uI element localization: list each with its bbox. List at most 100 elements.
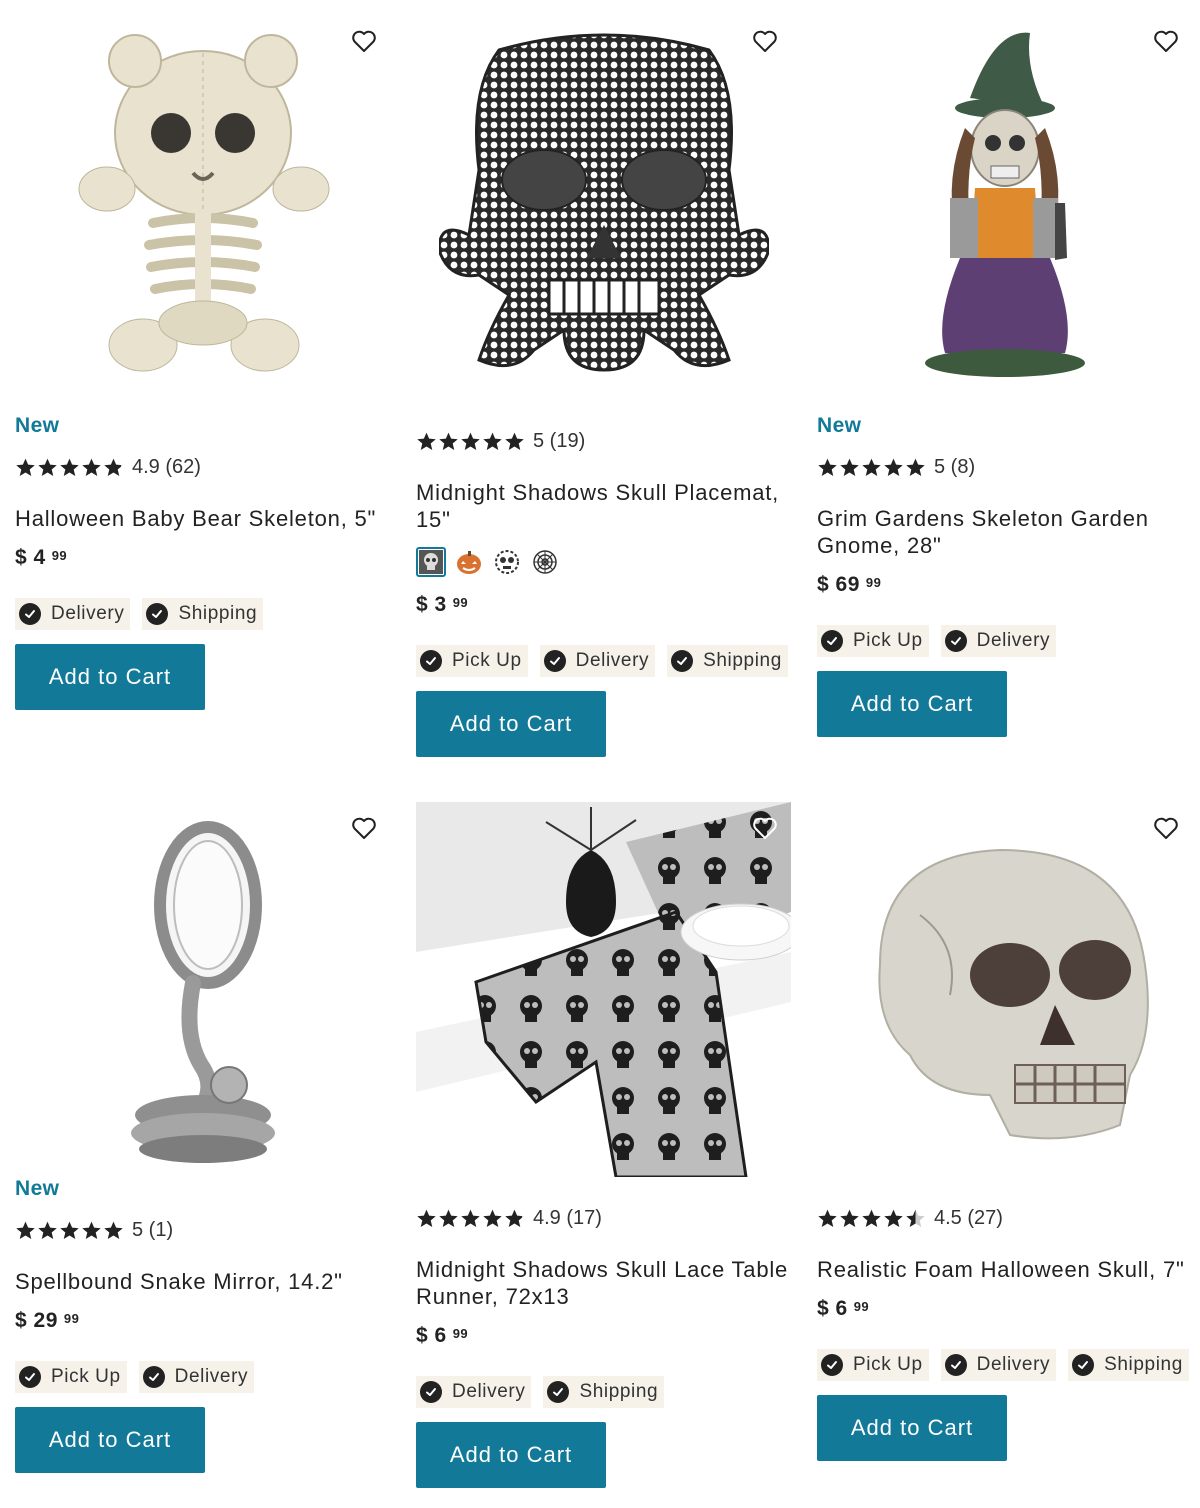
star-icon xyxy=(818,458,837,476)
lace-swatch[interactable] xyxy=(492,547,522,577)
star-icon xyxy=(505,1209,524,1227)
star-icon xyxy=(60,458,79,476)
star-icon xyxy=(505,432,524,450)
fulfillment-options: Delivery Shipping xyxy=(416,1376,791,1408)
product-image[interactable] xyxy=(15,802,390,1177)
star-icon xyxy=(884,458,903,476)
fulfillment-chip: Delivery xyxy=(416,1376,532,1408)
product-price: $ 29 99 xyxy=(15,1309,390,1339)
star-icon xyxy=(60,1221,79,1239)
fulfillment-chip: Pick Up xyxy=(416,645,528,677)
star-icon xyxy=(16,1221,35,1239)
fulfillment-options: Delivery Shipping xyxy=(15,598,390,630)
fulfillment-label: Pick Up xyxy=(853,1354,923,1375)
fulfillment-chip: Shipping xyxy=(543,1376,665,1408)
wishlist-heart-icon[interactable] xyxy=(1150,25,1182,57)
star-icon xyxy=(840,1209,859,1227)
check-icon xyxy=(821,1354,843,1376)
rating-count: 4.9 (62) xyxy=(132,455,201,478)
price-cents: 99 xyxy=(853,1299,870,1314)
add-to-cart-button[interactable]: Add to Cart xyxy=(15,1407,205,1473)
check-icon xyxy=(420,1381,442,1403)
wishlist-heart-icon[interactable] xyxy=(348,25,380,57)
wishlist-heart-icon[interactable] xyxy=(749,812,781,844)
fulfillment-options: Pick Up Delivery xyxy=(817,625,1192,657)
price-dollars: $ 4 xyxy=(15,546,46,569)
star-icon xyxy=(461,1209,480,1227)
star-icon xyxy=(818,1209,837,1227)
fulfillment-label: Delivery xyxy=(575,650,650,671)
product-title[interactable]: Realistic Foam Halloween Skull, 7" xyxy=(817,1256,1192,1283)
add-to-cart-button[interactable]: Add to Cart xyxy=(15,644,205,710)
star-rating xyxy=(817,1208,926,1229)
web-swatch[interactable] xyxy=(530,547,560,577)
product-rating: 4.9 (62) xyxy=(15,453,390,481)
star-rating xyxy=(817,457,926,478)
add-to-cart-button[interactable]: Add to Cart xyxy=(817,1395,1007,1461)
product-title[interactable]: Spellbound Snake Mirror, 14.2" xyxy=(15,1268,390,1295)
fulfillment-chip: Delivery xyxy=(940,1349,1057,1381)
product-title[interactable]: Midnight Shadows Skull Lace Table Runner… xyxy=(416,1256,791,1310)
rating-count: 4.9 (17) xyxy=(533,1206,602,1229)
product-rating: 4.9 (17) xyxy=(416,1204,791,1232)
price-dollars: $ 6 xyxy=(416,1324,447,1347)
fulfillment-chip: Delivery xyxy=(138,1361,255,1393)
fulfillment-options: Pick Up Delivery xyxy=(15,1361,390,1393)
check-icon xyxy=(420,650,442,672)
price-cents: 99 xyxy=(63,1311,80,1326)
star-icon xyxy=(862,1209,881,1227)
star-rating xyxy=(416,1208,525,1229)
price-dollars: $ 6 xyxy=(817,1297,848,1320)
fulfillment-chip: Shipping xyxy=(667,645,788,677)
product-image[interactable] xyxy=(416,802,791,1177)
bear-skeleton-image xyxy=(78,33,329,371)
wishlist-heart-icon[interactable] xyxy=(749,25,781,57)
skeleton-gnome-image xyxy=(924,32,1085,377)
rating-count: 4.5 (27) xyxy=(934,1206,1003,1229)
price-dollars: $ 3 xyxy=(416,593,447,616)
star-rating xyxy=(416,431,525,452)
star-rating xyxy=(15,1220,124,1241)
check-icon xyxy=(146,603,169,625)
star-icon xyxy=(840,458,859,476)
product-title[interactable]: Grim Gardens Skeleton Garden Gnome, 28" xyxy=(817,505,1192,559)
wishlist-heart-icon[interactable] xyxy=(1150,812,1182,844)
add-to-cart-button[interactable]: Add to Cart xyxy=(416,1422,606,1488)
skull-swatch[interactable] xyxy=(416,547,446,577)
product-price: $ 69 99 xyxy=(817,573,1192,603)
star-icon xyxy=(417,1209,436,1227)
fulfillment-chip: Pick Up xyxy=(817,1349,929,1381)
fulfillment-label: Shipping xyxy=(579,1381,659,1402)
pumpkin-swatch[interactable] xyxy=(454,547,484,577)
product-image[interactable] xyxy=(817,802,1192,1177)
fulfillment-label: Pick Up xyxy=(853,630,923,651)
product-title[interactable]: Midnight Shadows Skull Placemat, 15" xyxy=(416,479,791,533)
star-icon xyxy=(82,458,101,476)
fulfillment-label: Delivery xyxy=(51,603,125,624)
product-image[interactable] xyxy=(817,15,1192,390)
lace-skull-placemat-image xyxy=(438,33,769,372)
check-icon xyxy=(821,630,843,652)
star-icon xyxy=(483,432,502,450)
check-icon xyxy=(1072,1354,1095,1376)
fulfillment-chip: Delivery xyxy=(15,598,131,630)
star-icon xyxy=(104,458,123,476)
product-image[interactable] xyxy=(15,15,390,390)
product-rating: 5 (19) xyxy=(416,427,791,455)
rating-count: 5 (1) xyxy=(132,1218,174,1241)
product-title[interactable]: Halloween Baby Bear Skeleton, 5" xyxy=(15,505,390,532)
product-rating: 5 (8) xyxy=(817,453,1192,481)
check-icon xyxy=(671,650,694,672)
product-image[interactable] xyxy=(416,15,791,390)
fulfillment-options: Pick Up Delivery Shipping xyxy=(817,1349,1192,1381)
price-cents: 99 xyxy=(452,1326,469,1341)
table-runner-image xyxy=(416,802,791,1177)
star-icon xyxy=(906,1209,925,1227)
rating-count: 5 (8) xyxy=(934,455,976,478)
add-to-cart-button[interactable]: Add to Cart xyxy=(416,691,606,757)
fulfillment-chip: Shipping xyxy=(1068,1349,1189,1381)
add-to-cart-button[interactable]: Add to Cart xyxy=(817,671,1007,737)
wishlist-heart-icon[interactable] xyxy=(348,812,380,844)
rating-count: 5 (19) xyxy=(533,429,586,452)
fulfillment-label: Pick Up xyxy=(51,1366,121,1387)
